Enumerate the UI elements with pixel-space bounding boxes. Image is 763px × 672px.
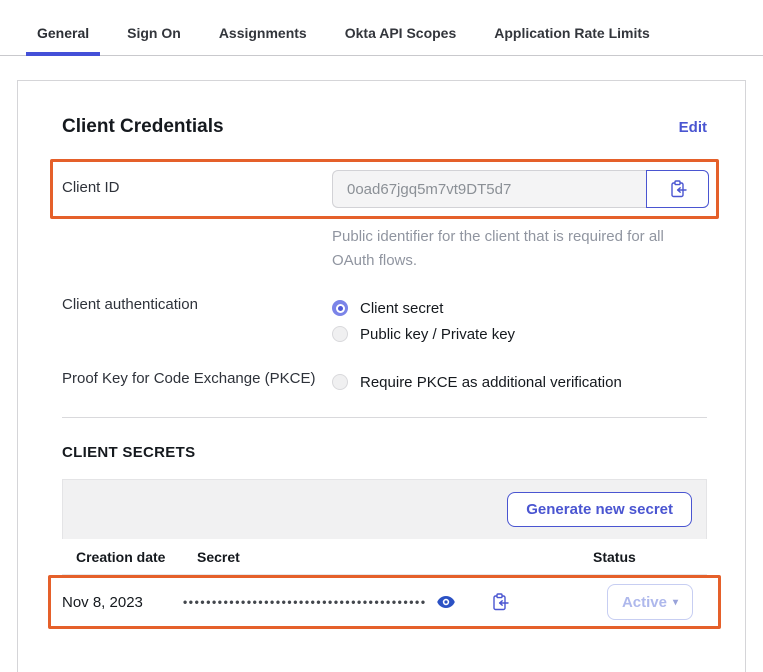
radio-client-secret-label: Client secret	[360, 300, 443, 317]
radio-public-private-key-label: Public key / Private key	[360, 326, 515, 343]
radio-client-secret[interactable]	[332, 300, 348, 316]
chevron-down-icon: ▾	[673, 597, 678, 608]
tab-sign-on[interactable]: Sign On	[116, 15, 192, 55]
settings-card: Client Credentials Edit Client ID	[17, 80, 746, 672]
eye-icon	[437, 596, 455, 608]
tab-application-rate-limits[interactable]: Application Rate Limits	[483, 15, 661, 55]
secret-creation-date: Nov 8, 2023	[62, 594, 183, 611]
section-divider	[62, 417, 707, 418]
client-id-input[interactable]	[332, 170, 646, 208]
client-secrets-title: CLIENT SECRETS	[62, 444, 707, 461]
status-label: Active	[622, 594, 667, 611]
copy-client-id-button[interactable]	[646, 170, 709, 208]
client-authentication-label: Client authentication	[62, 295, 332, 313]
annotation-box-client-id: Client ID	[50, 159, 719, 219]
secrets-table-header: Creation date Secret Status	[62, 539, 707, 575]
client-id-label: Client ID	[62, 170, 332, 196]
pkce-checkbox[interactable]	[332, 374, 348, 390]
status-dropdown[interactable]: Active ▾	[607, 584, 693, 620]
radio-public-private-key[interactable]	[332, 326, 348, 342]
client-id-help-text: Public identifier for the client that is…	[332, 225, 677, 273]
clipboard-copy-icon	[669, 180, 687, 199]
reveal-secret-button[interactable]	[437, 596, 455, 608]
annotation-box-secret-row: Nov 8, 2023 ••••••••••••••••••••••••••••…	[48, 575, 721, 629]
header-secret: Secret	[197, 549, 593, 565]
client-secrets-toolbar: Generate new secret	[62, 479, 707, 539]
pkce-label: Proof Key for Code Exchange (PKCE)	[62, 369, 332, 387]
masked-secret-value: ••••••••••••••••••••••••••••••••••••••••…	[183, 595, 427, 609]
header-status: Status	[593, 549, 693, 565]
tab-general[interactable]: General	[26, 15, 100, 55]
tab-okta-api-scopes[interactable]: Okta API Scopes	[334, 15, 468, 55]
generate-new-secret-button[interactable]: Generate new secret	[507, 492, 692, 527]
copy-secret-button[interactable]	[491, 593, 509, 612]
secret-table-row: Nov 8, 2023 ••••••••••••••••••••••••••••…	[62, 578, 707, 626]
clipboard-copy-icon	[491, 593, 509, 612]
tab-assignments[interactable]: Assignments	[208, 15, 318, 55]
pkce-option-label: Require PKCE as additional verification	[360, 374, 622, 391]
client-credentials-title: Client Credentials	[62, 116, 224, 138]
edit-link[interactable]: Edit	[679, 119, 707, 136]
app-tab-bar: General Sign On Assignments Okta API Sco…	[0, 0, 763, 56]
header-creation-date: Creation date	[76, 549, 197, 565]
